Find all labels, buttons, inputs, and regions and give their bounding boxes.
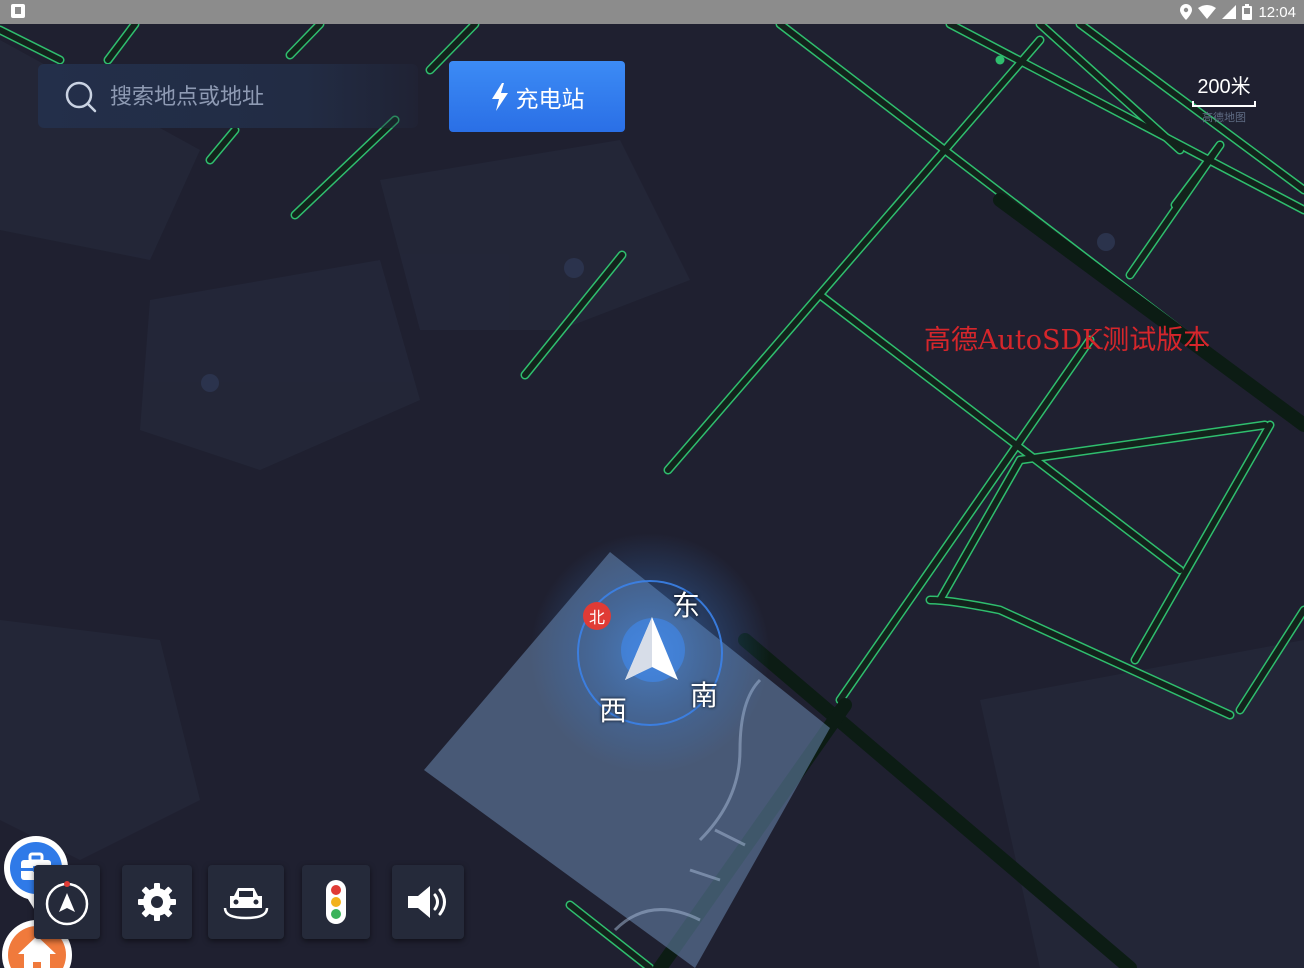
compass-south: 南 <box>690 679 719 712</box>
location-icon <box>1180 4 1193 20</box>
north-badge: 北 <box>583 602 611 630</box>
status-bar: 12:04 <box>0 0 1304 24</box>
search-bar[interactable] <box>38 64 418 128</box>
battery-icon <box>1242 4 1253 20</box>
traffic-button[interactable] <box>302 865 370 939</box>
scale-bar <box>1192 101 1256 107</box>
wifi-icon <box>1198 5 1217 19</box>
map-view[interactable]: 北 东 南 西 <box>0 24 1304 968</box>
car-view-icon <box>223 888 269 920</box>
car-view-button[interactable] <box>208 865 284 939</box>
compass-west: 西 <box>599 694 628 727</box>
volume-button[interactable] <box>392 865 464 939</box>
map-scale: 200米 高德地图 <box>1188 70 1260 125</box>
signal-icon <box>1222 5 1237 19</box>
map-provider-logo: 高德地图 <box>1202 111 1246 124</box>
charging-station-label: 充电站 <box>515 86 585 113</box>
compass-button[interactable] <box>34 865 100 939</box>
charging-station-button[interactable]: 充电站 <box>449 61 625 132</box>
compass-east: 东 <box>672 589 701 622</box>
search-input[interactable] <box>108 78 402 116</box>
sdk-watermark: 高德AutoSDK测试版本 <box>924 325 1211 356</box>
lightning-bolt-icon <box>491 82 508 111</box>
compass-icon <box>45 881 89 926</box>
search-icon <box>65 81 97 113</box>
map-canvas[interactable] <box>0 24 1304 968</box>
settings-button[interactable] <box>122 865 192 939</box>
scale-label: 200米 <box>1197 76 1251 98</box>
settings-gear-icon <box>138 883 176 921</box>
status-icons: 12:04 <box>1180 2 1296 22</box>
volume-icon <box>408 886 446 918</box>
clock: 12:04 <box>1258 3 1296 21</box>
navigation-screen: 12:04 北 东 南 西 搜索地点或地址 充电站 200米 高德地图 高德Au… <box>0 0 1304 968</box>
notification-icon <box>11 4 25 18</box>
traffic-light-icon <box>326 880 346 924</box>
